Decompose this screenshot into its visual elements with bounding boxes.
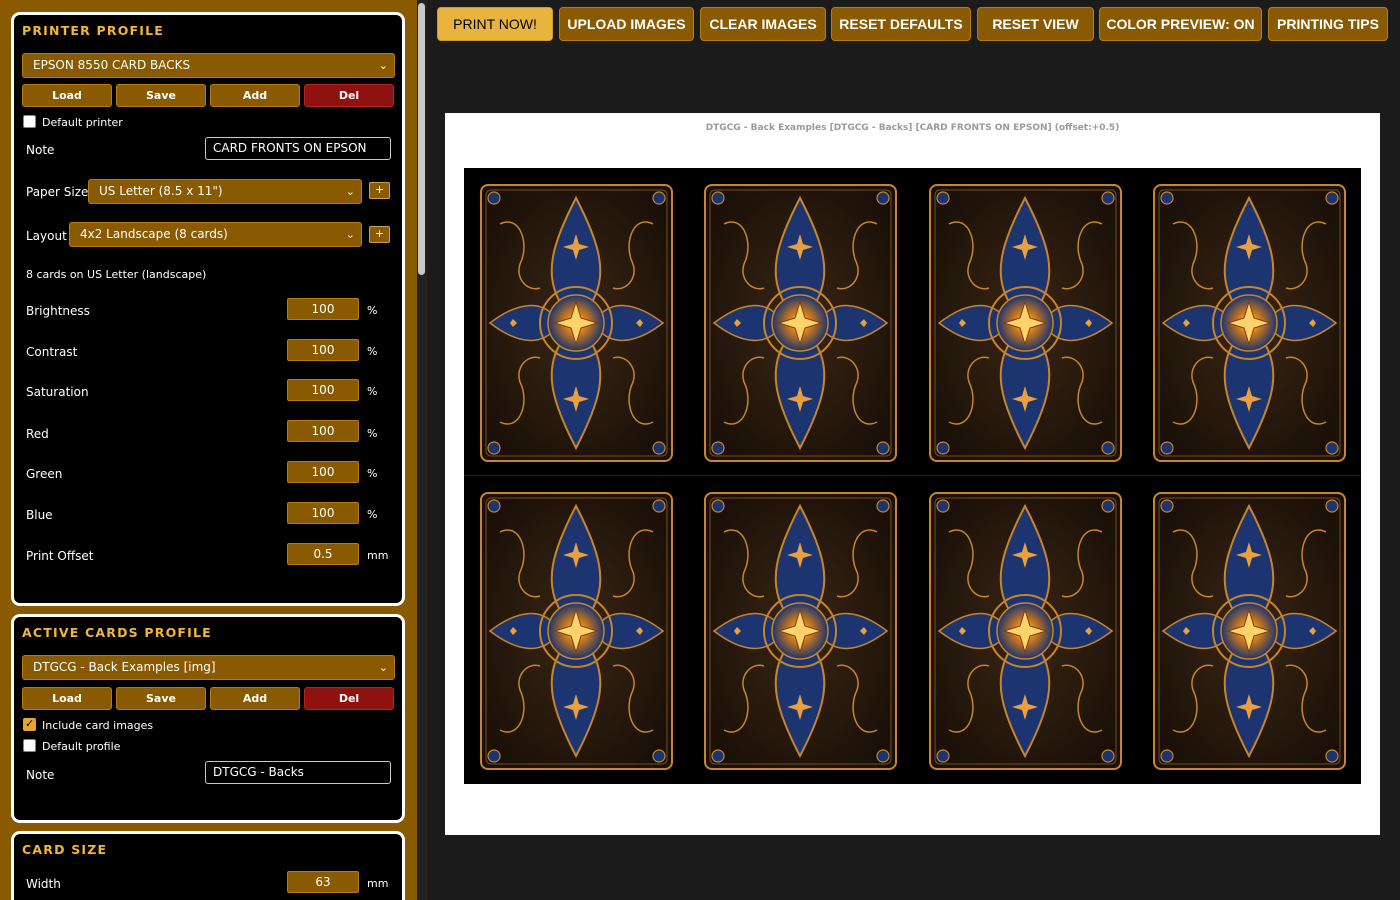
print-preview-page: DTGCG - Back Examples [DTGCG - Backs] [C…: [445, 113, 1380, 835]
delete-button[interactable]: Del: [304, 84, 394, 107]
add-button[interactable]: Add: [210, 687, 300, 710]
printer-profile-select[interactable]: EPSON 8550 CARD BACKS ⌄: [22, 53, 395, 78]
save-button[interactable]: Save: [116, 687, 206, 710]
panel-title: ACTIVE CARDS PROFILE: [22, 625, 212, 640]
load-button[interactable]: Load: [22, 84, 112, 107]
saturation-input[interactable]: 100: [287, 379, 359, 401]
sidebar-scrollbar[interactable]: [417, 0, 427, 900]
active-cards-profile-panel: ACTIVE CARDS PROFILE DTGCG - Back Exampl…: [11, 614, 405, 823]
card-back-3[interactable]: [929, 184, 1122, 462]
card-back-4[interactable]: [1153, 184, 1346, 462]
cards-note-input[interactable]: DTGCG - Backs: [205, 761, 391, 784]
include-images-checkbox[interactable]: [23, 717, 36, 731]
adjust-label-contrast: Contrast: [26, 345, 78, 359]
default-printer-checkbox[interactable]: [23, 115, 36, 128]
load-button[interactable]: Load: [22, 687, 112, 710]
green-input[interactable]: 100: [287, 461, 359, 483]
card-back-1[interactable]: [480, 184, 673, 462]
sidebar: PRINTER PROFILE EPSON 8550 CARD BACKS ⌄ …: [0, 0, 417, 900]
chevron-down-icon: ⌄: [378, 661, 388, 674]
note-label: Note: [26, 768, 55, 782]
card-back-art: [704, 184, 897, 462]
print-offset-input[interactable]: 0.5: [287, 543, 359, 565]
default-profile-label: Default profile: [42, 740, 121, 753]
brightness-unit: %: [367, 304, 378, 317]
card-back-8[interactable]: [1153, 492, 1346, 770]
card-back-6[interactable]: [704, 492, 897, 770]
paper-size-select[interactable]: US Letter (8.5 x 11") ⌄: [88, 179, 362, 204]
card-back-art: [1153, 492, 1346, 770]
red-input[interactable]: 100: [287, 420, 359, 442]
brightness-input[interactable]: 100: [287, 298, 359, 320]
card-sheet: [464, 168, 1361, 784]
delete-button[interactable]: Del: [304, 687, 394, 710]
select-value: 4x2 Landscape (8 cards): [80, 227, 228, 241]
adjust-label-blue: Blue: [26, 508, 53, 522]
default-profile-checkbox[interactable]: [23, 739, 36, 752]
contrast-input[interactable]: 100: [287, 339, 359, 361]
scrollbar-thumb[interactable]: [418, 3, 425, 275]
blue-unit: %: [367, 508, 378, 521]
saturation-unit: %: [367, 385, 378, 398]
printer-note-input[interactable]: CARD FRONTS ON EPSON: [205, 137, 391, 160]
panel-title: PRINTER PROFILE: [22, 23, 165, 38]
green-unit: %: [367, 467, 378, 480]
reset-defaults-button[interactable]: RESET DEFAULTS: [831, 7, 971, 41]
card-back-art: [929, 184, 1122, 462]
chevron-down-icon: ⌄: [345, 228, 355, 241]
card-back-art: [929, 492, 1122, 770]
layout-info: 8 cards on US Letter (landscape): [26, 268, 207, 281]
reset-view-button[interactable]: RESET VIEW: [977, 7, 1094, 41]
width-label: Width: [26, 877, 61, 891]
preview-caption: DTGCG - Back Examples [DTGCG - Backs] [C…: [705, 123, 1120, 133]
add-layout-button[interactable]: +: [369, 226, 390, 243]
layout-label: Layout: [26, 229, 67, 243]
card-back-art: [480, 184, 673, 462]
card-back-5[interactable]: [480, 492, 673, 770]
print-now-button[interactable]: PRINT NOW!: [437, 7, 553, 41]
contrast-unit: %: [367, 345, 378, 358]
card-width-unit: mm: [367, 877, 389, 890]
panel-title: CARD SIZE: [22, 842, 108, 857]
note-label: Note: [26, 143, 55, 157]
card-size-panel: CARD SIZE Width 63 mm: [11, 831, 405, 900]
card-back-art: [480, 492, 673, 770]
add-paper-size-button[interactable]: +: [369, 182, 390, 199]
upload-images-button[interactable]: UPLOAD IMAGES: [559, 7, 694, 41]
adjust-label-red: Red: [26, 427, 49, 441]
color-preview-toggle[interactable]: COLOR PREVIEW: ON: [1099, 7, 1262, 41]
chevron-down-icon: ⌄: [378, 59, 388, 72]
add-button[interactable]: Add: [210, 84, 300, 107]
paper-size-label: Paper Size: [26, 185, 89, 199]
blue-input[interactable]: 100: [287, 502, 359, 524]
card-width-input[interactable]: 63: [287, 871, 359, 893]
adjust-label-print-offset: Print Offset: [26, 549, 94, 563]
select-value: US Letter (8.5 x 11"): [99, 184, 223, 198]
adjust-label-saturation: Saturation: [26, 385, 89, 399]
card-back-art: [704, 492, 897, 770]
layout-select[interactable]: 4x2 Landscape (8 cards) ⌄: [69, 222, 362, 247]
card-back-2[interactable]: [704, 184, 897, 462]
include-images-label: Include card images: [42, 719, 154, 732]
cut-line: [464, 475, 1361, 476]
default-printer-label: Default printer: [42, 116, 123, 129]
select-value: EPSON 8550 CARD BACKS: [33, 58, 191, 72]
chevron-down-icon: ⌄: [345, 185, 355, 198]
clear-images-button[interactable]: CLEAR IMAGES: [700, 7, 826, 41]
card-back-7[interactable]: [929, 492, 1122, 770]
adjust-label-brightness: Brightness: [26, 304, 90, 318]
printing-tips-button[interactable]: PRINTING TIPS: [1268, 7, 1388, 41]
select-value: DTGCG - Back Examples [img]: [33, 660, 216, 674]
card-back-art: [1153, 184, 1346, 462]
adjust-label-green: Green: [26, 467, 63, 481]
save-button[interactable]: Save: [116, 84, 206, 107]
cards-profile-select[interactable]: DTGCG - Back Examples [img] ⌄: [22, 655, 395, 680]
red-unit: %: [367, 427, 378, 440]
print-offset-unit: mm: [367, 549, 389, 562]
printer-profile-panel: PRINTER PROFILE EPSON 8550 CARD BACKS ⌄ …: [11, 12, 405, 606]
